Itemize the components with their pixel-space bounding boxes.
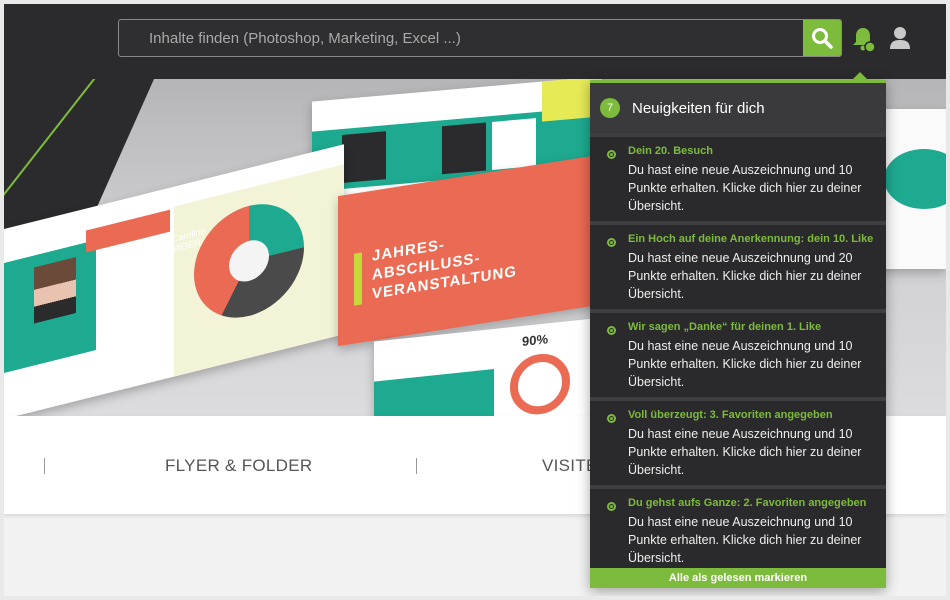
notification-title: Wir sagen „Danke“ für deinen 1. Like bbox=[628, 321, 822, 333]
notification-text: Du hast eine neue Auszeichnung und 10 Pu… bbox=[628, 515, 862, 565]
notification-title: Du gehst aufs Ganze: 2. Favoriten angege… bbox=[628, 497, 867, 509]
unread-dot-icon bbox=[607, 326, 616, 335]
notification-item[interactable]: Ein Hoch auf deine Anerkennung: dein 10.… bbox=[590, 221, 886, 309]
slide-percent: 90% bbox=[522, 331, 549, 350]
user-icon[interactable] bbox=[889, 26, 911, 50]
category-divider bbox=[416, 458, 417, 474]
bell-icon[interactable] bbox=[851, 26, 875, 52]
notification-item[interactable]: Wir sagen „Danke“ für deinen 1. Like Du … bbox=[590, 309, 886, 397]
notification-title: Ein Hoch auf deine Anerkennung: dein 10.… bbox=[628, 233, 874, 245]
top-navigation-bar bbox=[4, 4, 946, 79]
notification-title: Voll überzeugt: 3. Favoriten angegeben bbox=[628, 409, 833, 421]
category-divider bbox=[44, 458, 45, 474]
notifications-panel: 7 Neuigkeiten für dich Dein 20. Besuch D… bbox=[590, 72, 886, 588]
search-button[interactable] bbox=[803, 20, 841, 56]
notification-text: Du hast eine neue Auszeichnung und 10 Pu… bbox=[628, 339, 862, 389]
search-icon bbox=[812, 28, 833, 49]
notification-count-badge: 7 bbox=[600, 98, 620, 118]
category-flyer-folder[interactable]: FLYER & FOLDER bbox=[165, 456, 312, 476]
search-box bbox=[118, 19, 842, 57]
app-frame: Caroline MEIERHOLZ JAHRES- ABSCHLUSS- VE… bbox=[4, 4, 946, 596]
notification-item[interactable]: Voll überzeugt: 3. Favoriten angegeben D… bbox=[590, 397, 886, 485]
unread-dot-icon bbox=[607, 414, 616, 423]
slide-event-title: JAHRES- ABSCHLUSS- VERANSTALTUNG bbox=[372, 236, 517, 303]
unread-dot-icon bbox=[607, 150, 616, 159]
notification-item[interactable]: Dein 20. Besuch Du hast eine neue Auszei… bbox=[590, 133, 886, 221]
notifications-header: 7 Neuigkeiten für dich bbox=[590, 83, 886, 133]
notification-text: Du hast eine neue Auszeichnung und 10 Pu… bbox=[628, 163, 862, 213]
notification-item[interactable]: Du gehst aufs Ganze: 2. Favoriten angege… bbox=[590, 485, 886, 568]
notification-text: Du hast eine neue Auszeichnung und 20 Pu… bbox=[628, 251, 862, 301]
mark-all-read-button[interactable]: Alle als gelesen markieren bbox=[590, 568, 886, 588]
portrait-image bbox=[34, 257, 76, 324]
notification-title: Dein 20. Besuch bbox=[628, 145, 713, 157]
notifications-title: Neuigkeiten für dich bbox=[632, 99, 765, 117]
notification-text: Du hast eine neue Auszeichnung und 10 Pu… bbox=[628, 427, 862, 477]
unread-dot-icon bbox=[607, 502, 616, 511]
unread-dot-icon bbox=[607, 238, 616, 247]
search-input[interactable] bbox=[119, 20, 803, 56]
